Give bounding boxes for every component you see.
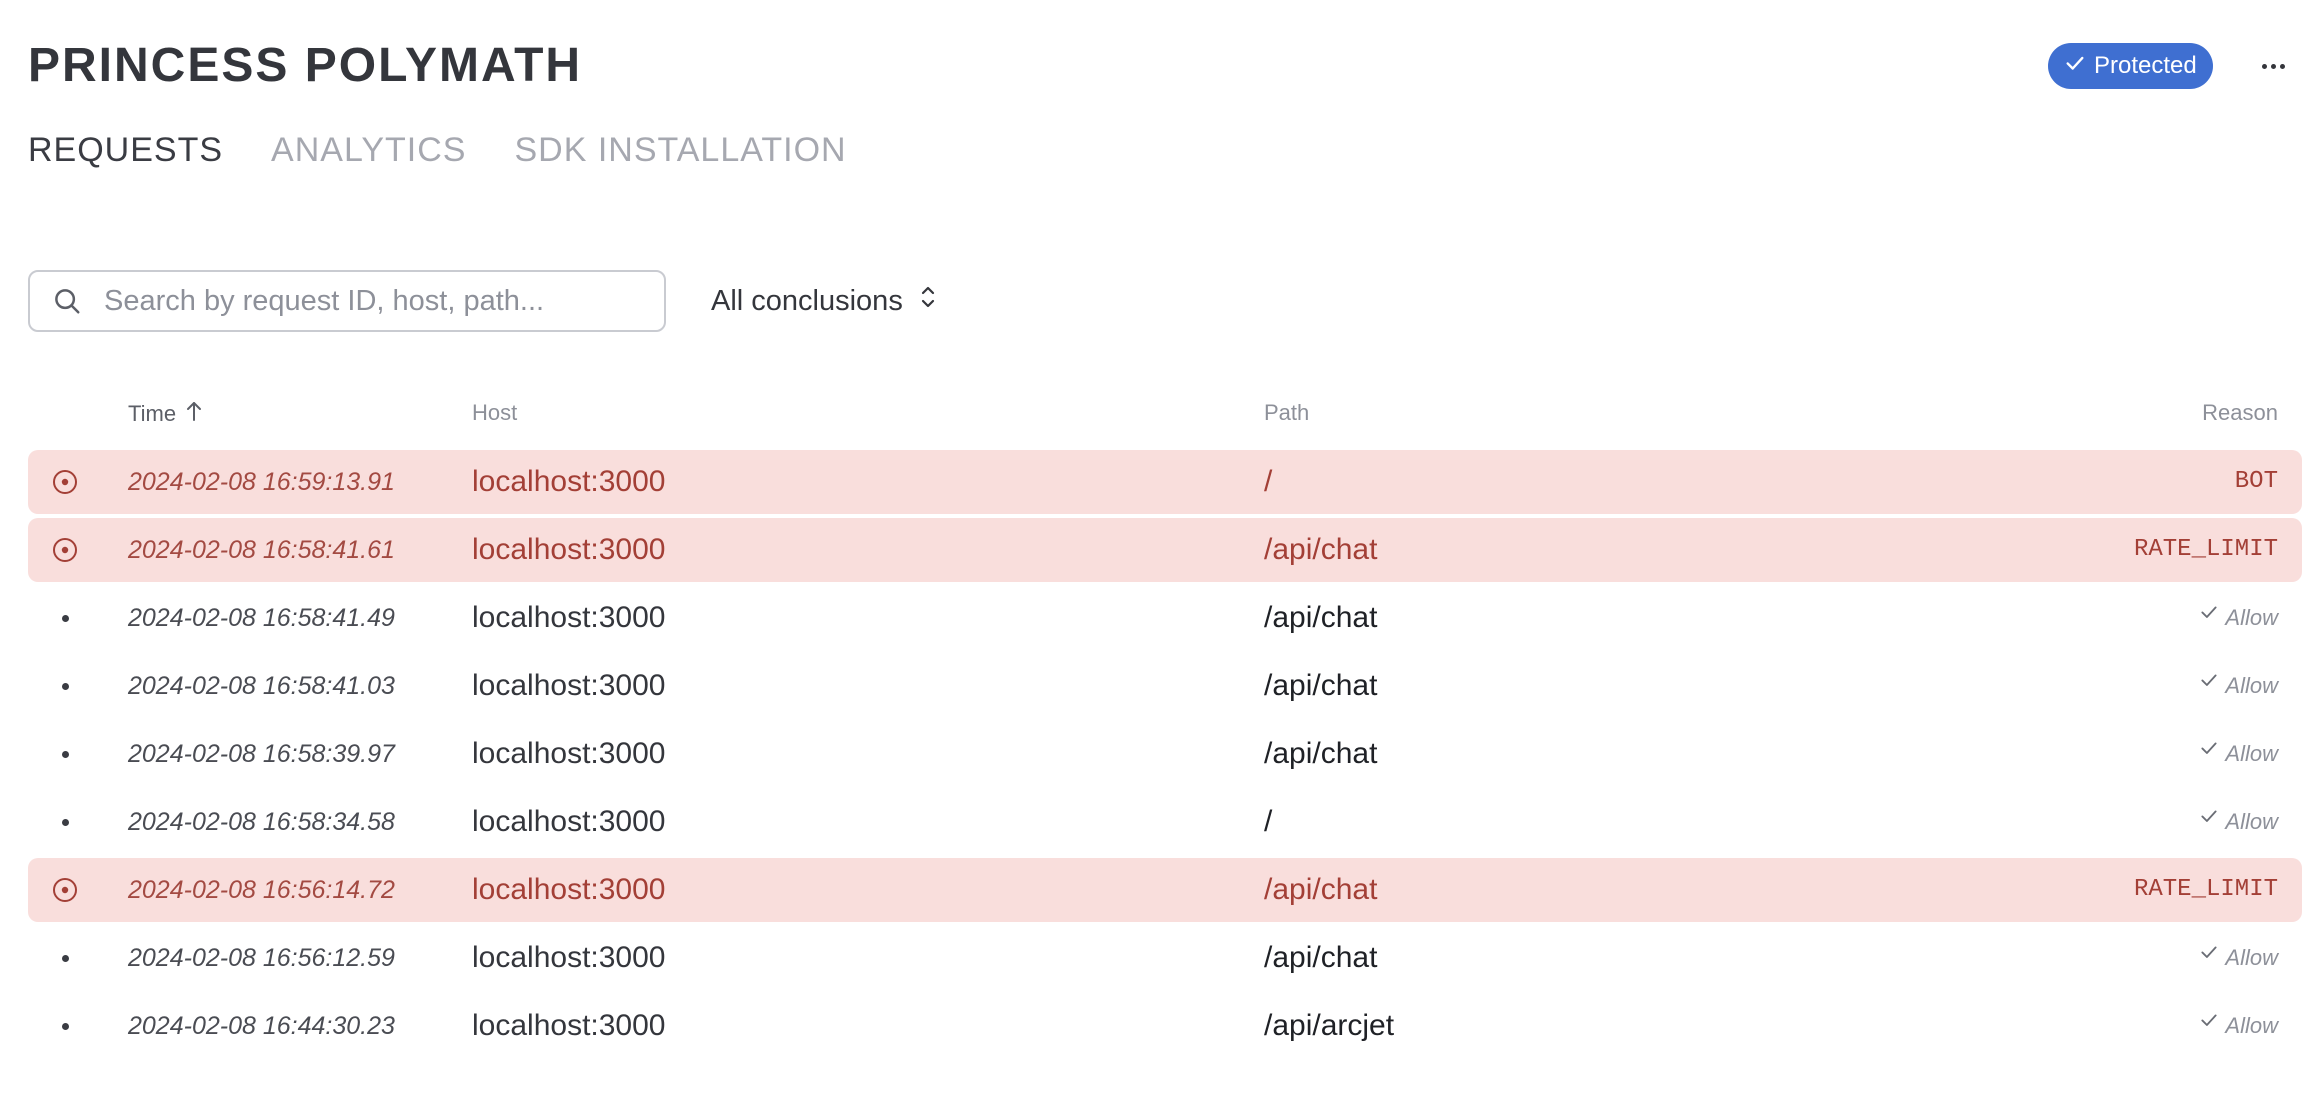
page-header: PRINCESS POLYMATH Protected <box>28 36 2302 98</box>
cell-time: 2024-02-08 16:58:34.58 <box>128 808 395 836</box>
table-row[interactable]: 2024-02-08 16:58:41.61 localhost:3000/api… <box>28 518 2302 582</box>
cell-time: 2024-02-08 16:56:14.72 <box>128 876 395 904</box>
cell-path: /api/chat <box>1264 737 1378 770</box>
table-row[interactable]: 2024-02-08 16:56:14.72 localhost:3000/api… <box>28 858 2302 922</box>
cell-time: 2024-02-08 16:58:41.49 <box>128 604 395 632</box>
table-header: Time Host Path Reason <box>28 392 2302 436</box>
cell-time: 2024-02-08 16:58:41.61 <box>128 536 395 564</box>
table-row[interactable]: 2024-02-08 16:44:30.23 localhost:3000/api… <box>28 994 2302 1058</box>
cell-host: localhost:3000 <box>472 601 666 634</box>
requests-page: PRINCESS POLYMATH Protected REQUESTS ANA… <box>28 0 2302 1100</box>
cell-host: localhost:3000 <box>472 941 666 974</box>
check-icon <box>2199 654 2219 718</box>
table-row[interactable]: 2024-02-08 16:58:41.03 localhost:3000/api… <box>28 654 2302 718</box>
protected-status-badge[interactable]: Protected <box>2048 43 2213 89</box>
cell-path: /api/chat <box>1264 669 1378 702</box>
page-title: PRINCESS POLYMATH <box>28 39 583 92</box>
search-icon <box>52 286 82 316</box>
cell-reason: BOT <box>2235 450 2278 514</box>
bullet-icon <box>62 955 69 962</box>
cell-time: 2024-02-08 16:58:41.03 <box>128 672 395 700</box>
cell-reason: RATE_LIMIT <box>2134 518 2278 582</box>
requests-table: Time Host Path Reason 2024-02-08 16:59:1… <box>28 392 2302 1042</box>
cell-path: /api/chat <box>1264 533 1378 566</box>
cell-host: localhost:3000 <box>472 873 666 906</box>
reason-allow-label: Allow <box>2225 945 2278 970</box>
bullet-icon <box>62 683 69 690</box>
table-row[interactable]: 2024-02-08 16:59:13.91 localhost:3000 / BOT <box>28 450 2302 514</box>
cell-path: /api/chat <box>1264 873 1378 906</box>
cell-reason: Allow <box>2199 790 2278 854</box>
check-icon <box>2199 586 2219 650</box>
cell-path: /api/chat <box>1264 941 1378 974</box>
cell-time: 2024-02-08 16:59:13.91 <box>128 468 395 496</box>
bullet-icon <box>62 819 69 826</box>
bullet-icon <box>62 615 69 622</box>
cell-time: 2024-02-08 16:44:30.23 <box>128 1012 395 1040</box>
reason-code: RATE_LIMIT <box>2133 536 2278 563</box>
cell-reason: Allow <box>2199 926 2278 990</box>
table-row[interactable]: 2024-02-08 16:58:34.58 localhost:3000 / All… <box>28 790 2302 854</box>
cell-path: / <box>1264 465 1273 498</box>
cell-time: 2024-02-08 16:58:39.97 <box>128 740 395 768</box>
status-badge-label: Protected <box>2094 52 2197 79</box>
bullet-icon <box>62 751 69 758</box>
chevron-up-down-icon <box>917 282 939 320</box>
cell-path: / <box>1264 805 1273 838</box>
cell-host: localhost:3000 <box>472 1009 666 1042</box>
cell-reason: Allow <box>2199 586 2278 650</box>
table-row[interactable]: 2024-02-08 16:56:12.59 localhost:3000/api… <box>28 926 2302 990</box>
conclusion-filter-select[interactable]: All conclusions <box>711 272 939 330</box>
cell-host: localhost:3000 <box>472 465 666 498</box>
reason-allow-label: Allow <box>2225 809 2278 834</box>
cell-host: localhost:3000 <box>472 805 666 838</box>
more-options-button[interactable] <box>2253 51 2293 81</box>
reason-code: BOT <box>2234 468 2278 495</box>
deny-target-icon <box>52 537 78 563</box>
tab-sdk-installation[interactable]: SDK INSTALLATION <box>514 126 846 174</box>
arrow-up-icon <box>184 400 204 428</box>
cell-reason: Allow <box>2199 994 2278 1058</box>
reason-allow-label: Allow <box>2225 741 2278 766</box>
cell-reason: Allow <box>2199 722 2278 786</box>
search-box <box>28 270 666 332</box>
search-input[interactable] <box>104 284 644 318</box>
check-icon <box>2199 994 2219 1058</box>
deny-target-icon <box>52 877 78 903</box>
column-header-reason[interactable]: Reason <box>2202 400 2278 426</box>
table-row[interactable]: 2024-02-08 16:58:41.49 localhost:3000/api… <box>28 586 2302 650</box>
tab-requests[interactable]: REQUESTS <box>28 126 223 174</box>
column-header-host[interactable]: Host <box>472 400 517 426</box>
conclusion-filter-label: All conclusions <box>711 284 903 317</box>
reason-allow-label: Allow <box>2225 605 2278 630</box>
cell-path: /api/chat <box>1264 601 1378 634</box>
cell-host: localhost:3000 <box>472 669 666 702</box>
reason-allow-label: Allow <box>2225 1013 2278 1038</box>
cell-reason: Allow <box>2199 654 2278 718</box>
check-icon <box>2064 52 2086 81</box>
check-icon <box>2199 790 2219 854</box>
bullet-icon <box>62 1023 69 1030</box>
deny-target-icon <box>52 469 78 495</box>
table-row[interactable]: 2024-02-08 16:58:39.97 localhost:3000/api… <box>28 722 2302 786</box>
cell-time: 2024-02-08 16:56:12.59 <box>128 944 395 972</box>
cell-host: localhost:3000 <box>472 737 666 770</box>
check-icon <box>2199 722 2219 786</box>
column-header-path[interactable]: Path <box>1264 400 1309 426</box>
table-body: 2024-02-08 16:59:13.91 localhost:3000 / BOT… <box>28 450 2302 1062</box>
cell-path: /api/arcjet <box>1264 1009 1395 1042</box>
cell-reason: RATE_LIMIT <box>2134 858 2278 922</box>
reason-code: RATE_LIMIT <box>2133 876 2278 903</box>
check-icon <box>2199 926 2219 990</box>
reason-allow-label: Allow <box>2225 673 2278 698</box>
tab-analytics[interactable]: ANALYTICS <box>271 126 466 174</box>
cell-host: localhost:3000 <box>472 533 666 566</box>
column-header-time[interactable]: Time <box>128 400 204 428</box>
more-horizontal-icon <box>2261 63 2267 69</box>
page-tabs: REQUESTS ANALYTICS SDK INSTALLATION <box>28 126 847 174</box>
